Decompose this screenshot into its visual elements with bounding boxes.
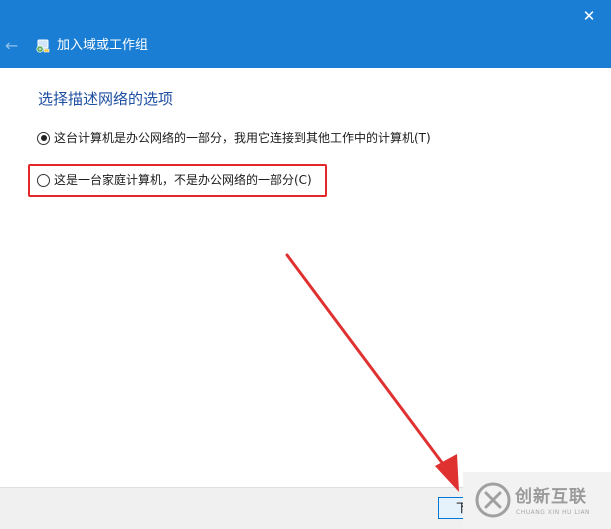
radio-button-selected[interactable] bbox=[37, 131, 50, 145]
window-titlebar: ✕ ← 加入域或工作组 bbox=[0, 0, 611, 68]
arrow-shaft bbox=[285, 253, 451, 474]
window-title: 加入域或工作组 bbox=[57, 38, 149, 53]
watermark-name-en: CHUANG XIN HU LIAN bbox=[516, 509, 591, 516]
watermark-name-cn: 创新互联 bbox=[515, 487, 587, 507]
watermark: 创新互联 CHUANG XIN HU LIAN bbox=[463, 472, 611, 529]
back-button[interactable]: ← bbox=[5, 36, 23, 56]
red-pointer-arrow bbox=[285, 253, 459, 492]
back-arrow-icon: ← bbox=[5, 36, 19, 55]
page-heading: 选择描述网络的选项 bbox=[38, 90, 174, 108]
close-button[interactable]: ✕ bbox=[579, 6, 599, 26]
close-icon: ✕ bbox=[582, 7, 596, 25]
highlight-annotation-box bbox=[28, 164, 327, 197]
watermark-logo-icon bbox=[475, 482, 511, 518]
option-work-network[interactable]: 这台计算机是办公网络的一部分，我用它连接到其他工作中的计算机(T) bbox=[37, 130, 431, 146]
network-computer-icon bbox=[36, 39, 50, 53]
option-label: 这台计算机是办公网络的一部分，我用它连接到其他工作中的计算机(T) bbox=[54, 131, 431, 145]
